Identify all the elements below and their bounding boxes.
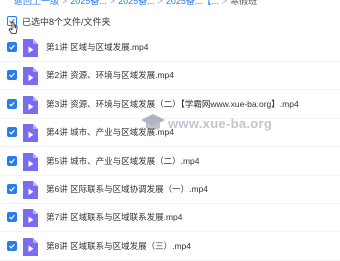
video-file-icon — [23, 39, 38, 57]
file-name[interactable]: 第8讲 区域联系与区域发展（三）.mp4 — [46, 241, 191, 252]
file-row[interactable]: 第7讲 区域联系与区域联系发展.mp4 — [0, 203, 340, 233]
file-checkbox[interactable] — [7, 212, 17, 223]
checkmark-icon — [9, 186, 15, 192]
file-name[interactable]: 第1讲 区域与区域发展.mp4 — [46, 42, 149, 53]
file-row[interactable]: 第2讲 资源、环境与区域发展.mp4 — [0, 61, 340, 91]
breadcrumb-item[interactable]: 2025备... — [118, 0, 155, 6]
checkmark-icon — [9, 73, 15, 79]
checkmark-icon — [9, 158, 15, 164]
file-checkbox[interactable] — [7, 42, 17, 52]
breadcrumb-items: 返回上一级 >2025备... >2025备... >2025备...【... > 寒假班 — [14, 0, 257, 6]
file-row[interactable]: 第5讲 城市、产业与区域发展（二）.mp4 — [0, 147, 340, 176]
breadcrumb-item[interactable]: 返回上一级 — [14, 0, 59, 6]
file-name[interactable]: 第5讲 城市、产业与区域发展（二）.mp4 — [46, 156, 200, 167]
video-file-icon — [23, 67, 38, 86]
video-file-icon — [23, 181, 38, 199]
file-name[interactable]: 第7讲 区域联系与区域联系发展.mp4 — [46, 212, 183, 223]
file-checkbox[interactable] — [7, 240, 17, 251]
checkmark-icon — [9, 215, 15, 221]
graduation-cap-icon — [141, 114, 165, 130]
checkmark-icon — [9, 101, 15, 107]
file-name[interactable]: 第2讲 资源、环境与区域发展.mp4 — [46, 70, 174, 81]
video-file-icon — [23, 237, 38, 256]
breadcrumb-item[interactable]: 2025备... — [70, 0, 107, 6]
selection-count-label: 已选中8个文件/文件夹 — [22, 17, 111, 27]
file-checkbox[interactable] — [7, 70, 17, 81]
file-row[interactable]: 第8讲 区域联系与区域发展（三）.mp4 — [0, 232, 340, 261]
breadcrumb-separator: > — [221, 0, 228, 6]
breadcrumb: 返回上一级 >2025备... >2025备... >2025备...【... > 寒假班 — [0, 0, 340, 10]
breadcrumb-separator: > — [109, 0, 116, 6]
watermark: www.xue-ba.org — [140, 110, 272, 138]
video-file-icon — [23, 124, 38, 143]
file-checkbox[interactable] — [7, 127, 17, 138]
file-row[interactable]: 第1讲 区域与区域发展.mp4 — [0, 33, 340, 62]
file-checkbox[interactable] — [7, 184, 17, 194]
video-file-icon — [23, 95, 38, 114]
breadcrumb-item: 寒假班 — [230, 0, 258, 6]
breadcrumb-item[interactable]: 2025备...【... — [166, 0, 219, 6]
checkmark-icon — [9, 44, 15, 50]
video-file-icon — [23, 209, 38, 228]
video-file-icon — [23, 152, 38, 171]
file-checkbox[interactable] — [7, 155, 17, 166]
breadcrumb-separator: > — [157, 0, 163, 6]
file-name[interactable]: 第3讲 资源、环境与区域发展（二）【学霸网www.xue-ba.org】.mp4 — [46, 99, 299, 110]
selection-bar: 已选中8个文件/文件夹 — [0, 10, 340, 34]
watermark-text: www.xue-ba.org — [168, 116, 273, 131]
file-row[interactable]: 第6讲 区际联系与区域协调发展（一）.mp4 — [0, 175, 340, 204]
breadcrumb-separator: > — [62, 0, 68, 6]
file-name[interactable]: 第6讲 区际联系与区域协调发展（一）.mp4 — [46, 184, 208, 195]
checkmark-icon — [9, 243, 15, 249]
file-checkbox[interactable] — [7, 98, 17, 109]
checkmark-icon — [9, 130, 15, 135]
